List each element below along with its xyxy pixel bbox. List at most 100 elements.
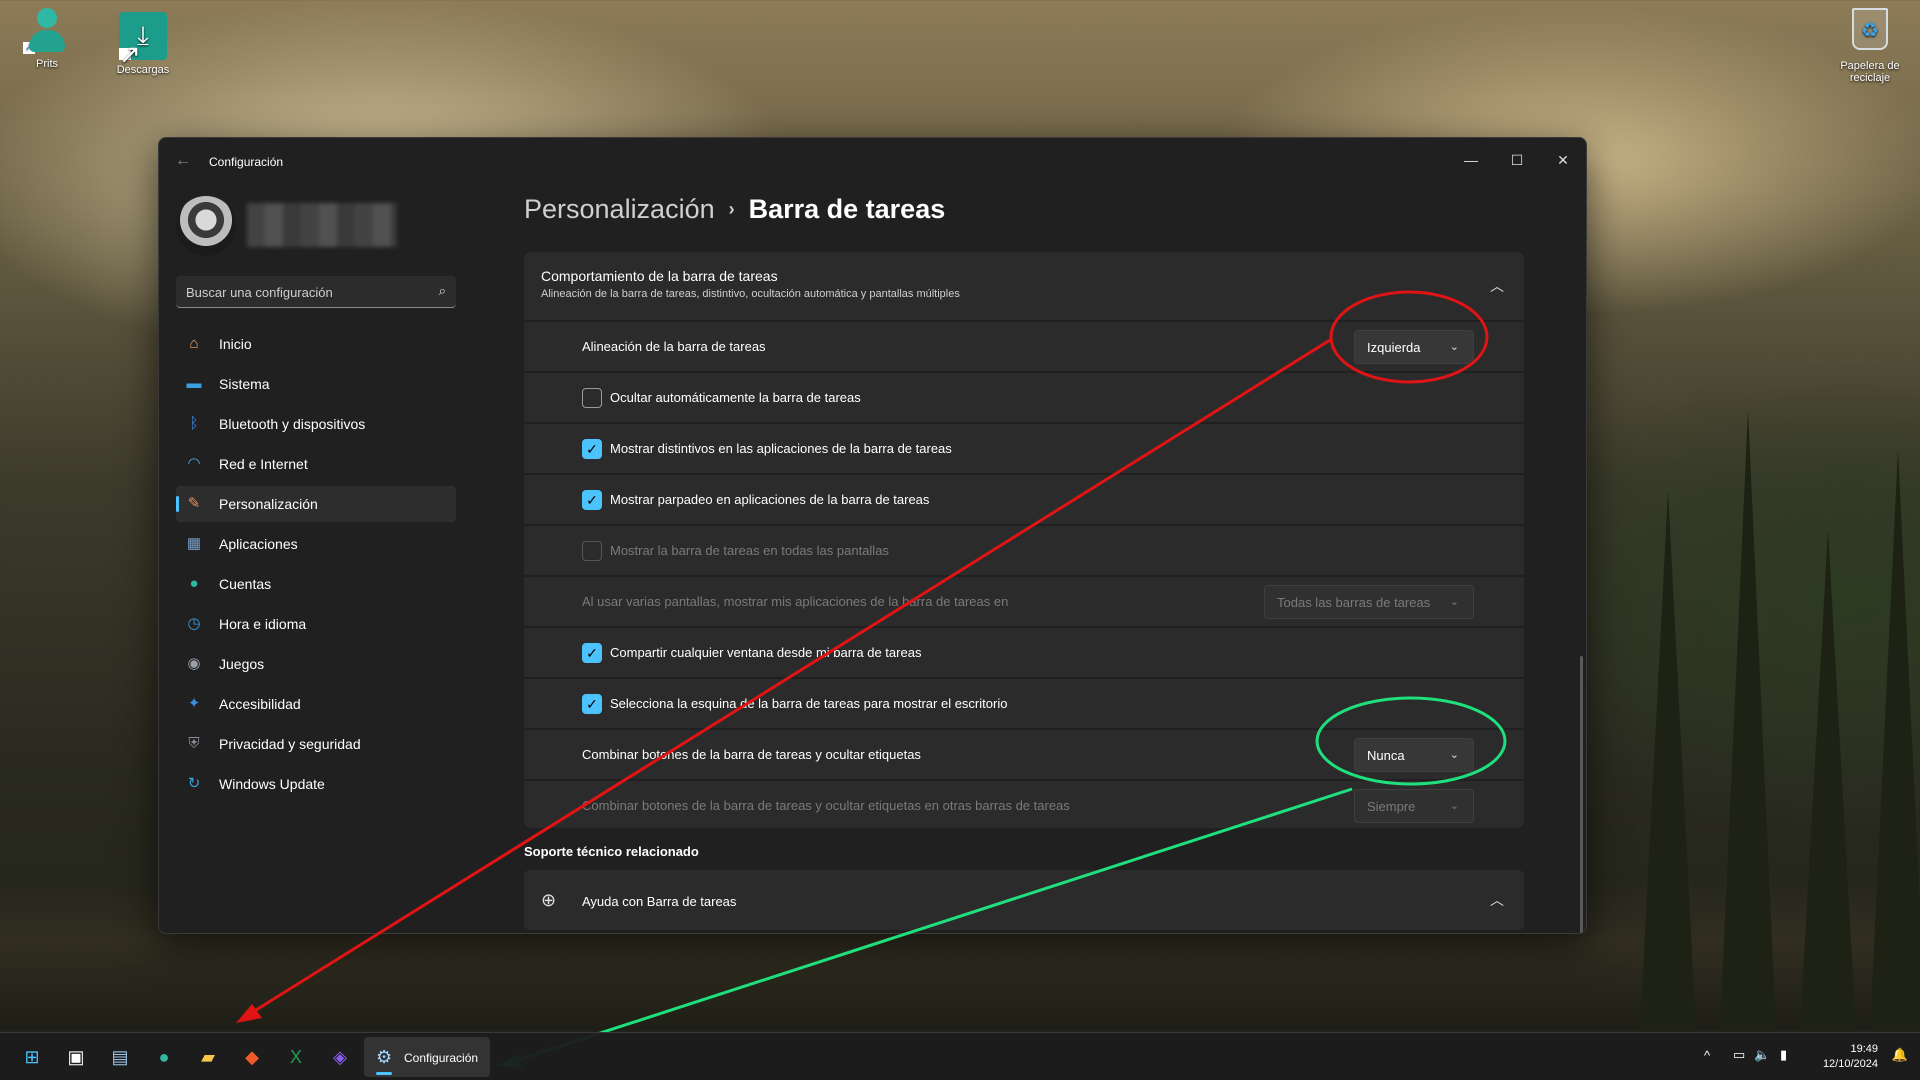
accessibility-icon: ✦ (187, 695, 201, 712)
contacts-icon[interactable]: ● (144, 1039, 184, 1075)
setting-dropdown: Siempre ⌄ (1354, 789, 1474, 823)
setting-row: Combinar botones de la barra de tareas y… (524, 779, 1524, 829)
setting-label: Alineación de la barra de tareas (582, 339, 766, 354)
battery-icon[interactable]: ▮ (1780, 1047, 1787, 1080)
card-subtitle: Alineación de la barra de tareas, distin… (541, 288, 960, 300)
setting-row: Al usar varias pantallas, mostrar mis ap… (524, 575, 1524, 625)
setting-label: Selecciona la esquina de la barra de tar… (610, 696, 1008, 711)
card-title: Comportamiento de la barra de tareas (541, 268, 778, 284)
sidebar-item-hora-e-idioma[interactable]: ◷ Hora e idioma (176, 606, 456, 642)
avatar[interactable] (176, 196, 236, 256)
sidebar-item-personalización[interactable]: ✎ Personalización (176, 486, 456, 522)
display-icon[interactable]: ▭ (1733, 1047, 1745, 1080)
sidebar-item-label: Windows Update (219, 776, 325, 792)
setting-row[interactable]: Ocultar automáticamente la barra de tare… (524, 371, 1524, 421)
sidebar-item-sistema[interactable]: ▬ Sistema (176, 366, 456, 402)
desktop-icon-label: Descargas (116, 64, 170, 76)
chevron-up-icon[interactable]: ^ (1704, 1048, 1710, 1080)
chevron-right-icon: › (728, 199, 735, 219)
taskbar-settings-app[interactable]: ⚙ Configuración (364, 1037, 490, 1077)
window-title: Configuración (209, 155, 284, 169)
setting-row[interactable]: Combinar botones de la barra de tareas y… (524, 728, 1524, 778)
desktop-icon-recycle-bin[interactable]: ♻ Papelera de reciclaje (1830, 8, 1910, 84)
file-explorer-icon[interactable]: ▰ (188, 1039, 228, 1075)
excel-icon[interactable]: X (276, 1039, 316, 1075)
notification-bell-icon[interactable]: 🔔 (1892, 1047, 1908, 1080)
checkbox-checked[interactable]: ✓ (582, 490, 602, 510)
setting-dropdown[interactable]: Izquierda ⌄ (1354, 330, 1474, 364)
volume-icon[interactable]: 🔈 (1754, 1047, 1770, 1080)
clock[interactable]: 19:49 12/10/2024 (1823, 1042, 1878, 1072)
checkbox-checked[interactable]: ✓ (582, 439, 602, 459)
sidebar-item-bluetooth-y-dispositivos[interactable]: ᛒ Bluetooth y dispositivos (176, 406, 456, 442)
dropdown-value: Siempre (1367, 799, 1416, 814)
card-header[interactable]: Comportamiento de la barra de tareas Ali… (524, 252, 1524, 320)
dropdown-value: Nunca (1367, 748, 1405, 763)
sidebar-item-juegos[interactable]: ◉ Juegos (176, 646, 456, 682)
setting-row[interactable]: ✓ Mostrar parpadeo en aplicaciones de la … (524, 473, 1524, 523)
help-taskbar-row[interactable]: ⊕ Ayuda con Barra de tareas ︿ (524, 870, 1524, 930)
checkbox (582, 541, 602, 561)
sidebar-item-label: Cuentas (219, 576, 272, 592)
minimize-button[interactable]: — (1448, 146, 1494, 174)
setting-row[interactable]: ✓ Selecciona la esquina de la barra de ta… (524, 677, 1524, 727)
title-bar: ← Configuración — ☐ ✕ (159, 138, 1586, 186)
windows-start-icon[interactable]: ⊞ (12, 1039, 52, 1075)
setting-row: Mostrar la barra de tareas en todas las … (524, 524, 1524, 574)
sidebar-item-aplicaciones[interactable]: ▦ Aplicaciones (176, 526, 456, 562)
chevron-down-icon: ⌄ (1449, 596, 1459, 608)
scrollbar[interactable] (1580, 656, 1583, 933)
breadcrumb-parent[interactable]: Personalización (524, 194, 715, 224)
setting-label: Compartir cualquier ventana desde mi bar… (610, 645, 922, 660)
sidebar-item-accesibilidad[interactable]: ✦ Accesibilidad (176, 686, 456, 722)
back-arrow-icon[interactable]: ← (175, 152, 191, 170)
setting-row[interactable]: ✓ Mostrar distintivos en las aplicaciones… (524, 422, 1524, 472)
setting-row[interactable]: Alineación de la barra de tareas Izquierd… (524, 320, 1524, 370)
brave-icon[interactable]: ◆ (232, 1039, 272, 1075)
widgets-icon[interactable]: ▤ (100, 1039, 140, 1075)
checkbox-checked[interactable]: ✓ (582, 694, 602, 714)
search-icon[interactable]: ⌕ (439, 283, 446, 299)
purple-app-icon[interactable]: ◈ (320, 1039, 360, 1075)
page-title: Barra de tareas (748, 194, 946, 224)
chevron-down-icon: ⌄ (1449, 800, 1459, 812)
checkbox[interactable] (582, 388, 602, 408)
chevron-up-icon[interactable]: ︿ (1490, 276, 1504, 296)
close-button[interactable]: ✕ (1540, 146, 1586, 174)
setting-label: Mostrar distintivos en las aplicaciones … (610, 441, 952, 456)
user-name-blurred (247, 203, 397, 247)
recycle-bin-icon: ♻ (1846, 8, 1894, 56)
desktop-icon-label: Prits (36, 58, 58, 70)
desktop-icon-descargas[interactable]: ⤓ ↗ Descargas (103, 12, 183, 76)
brush-icon: ✎ (187, 495, 201, 512)
task-view-icon[interactable]: ▣ (56, 1039, 96, 1075)
sidebar-nav: ⌂ Inicio ▬ Sistema ᛒ Bluetooth y dispositivos… (176, 326, 456, 806)
desktop-icon-label: Papelera de reciclaje (1840, 60, 1900, 84)
setting-dropdown: Todas las barras de tareas ⌄ (1264, 585, 1474, 619)
setting-dropdown[interactable]: Nunca ⌄ (1354, 738, 1474, 772)
sidebar-item-privacidad-y-seguridad[interactable]: ⛨ Privacidad y seguridad (176, 726, 456, 762)
checkbox-checked[interactable]: ✓ (582, 643, 602, 663)
sidebar-item-windows-update[interactable]: ↻ Windows Update (176, 766, 456, 802)
chevron-up-icon[interactable]: ︿ (1490, 890, 1504, 910)
sidebar-item-label: Sistema (219, 376, 270, 392)
setting-label: Combinar botones de la barra de tareas y… (582, 798, 1070, 813)
desktop-icon-prits[interactable]: ↗ Prits (7, 6, 87, 70)
wallpaper-tree (1640, 490, 1696, 1030)
sidebar-item-label: Personalización (219, 496, 318, 512)
account-icon: ● (189, 575, 199, 592)
chevron-down-icon: ⌄ (1449, 749, 1459, 761)
setting-label: Mostrar la barra de tareas en todas las … (610, 543, 889, 558)
sidebar-item-inicio[interactable]: ⌂ Inicio (176, 326, 456, 362)
search-placeholder: Buscar una configuración (186, 285, 333, 300)
setting-row[interactable]: ✓ Compartir cualquier ventana desde mi ba… (524, 626, 1524, 676)
sidebar-item-label: Bluetooth y dispositivos (219, 416, 366, 432)
sidebar-item-red-e-internet[interactable]: ◠ Red e Internet (176, 446, 456, 482)
maximize-button[interactable]: ☐ (1494, 146, 1540, 174)
clock-date: 12/10/2024 (1822, 1058, 1878, 1070)
shield-icon: ⛨ (188, 735, 200, 752)
search-input[interactable]: Buscar una configuración ⌕ (176, 276, 456, 308)
sidebar-item-label: Accesibilidad (219, 696, 301, 712)
sidebar-item-cuentas[interactable]: ● Cuentas (176, 566, 456, 602)
gear-icon: ⚙ (376, 1047, 393, 1067)
